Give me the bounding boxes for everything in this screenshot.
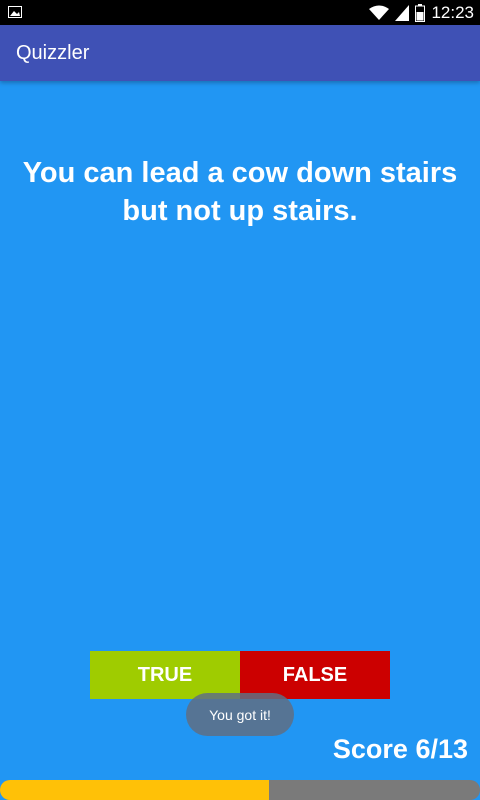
image-icon	[8, 5, 22, 18]
quiz-screen: 12:23 Quizzler You can lead a cow down s…	[0, 0, 480, 800]
battery-icon	[415, 3, 426, 22]
false-button[interactable]: FALSE	[240, 651, 390, 699]
status-icons: 12:23	[369, 0, 474, 25]
feedback-toast: You got it!	[186, 693, 294, 736]
app-bar: Quizzler	[0, 25, 480, 81]
status-time: 12:23	[431, 2, 474, 22]
signal-icon	[395, 4, 410, 21]
true-button[interactable]: TRUE	[90, 651, 240, 699]
question-text: You can lead a cow down stairs but not u…	[22, 157, 458, 227]
progress-bar	[0, 780, 480, 800]
progress-fill	[0, 780, 269, 800]
app-title: Quizzler	[16, 42, 90, 64]
status-bar: 12:23	[0, 0, 480, 25]
wifi-icon	[369, 5, 390, 21]
score-label: Score 6/13	[332, 734, 468, 764]
